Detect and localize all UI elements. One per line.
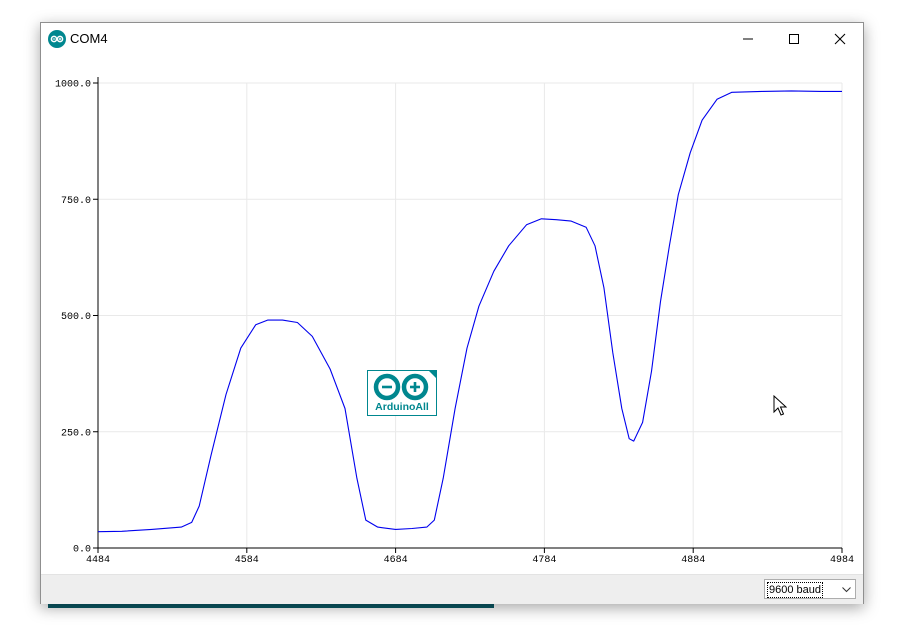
baud-rate-select[interactable]: 9600 baud: [764, 579, 856, 599]
x-tick-label: 4984: [830, 555, 854, 566]
status-bar: 9600 baud: [41, 574, 863, 604]
y-tick-label: 750.0: [61, 196, 91, 207]
watermark-text: ArduinoAll: [375, 401, 429, 413]
maximize-icon: [789, 34, 799, 44]
chevron-down-icon: [842, 587, 851, 593]
x-tick-label: 4484: [86, 555, 110, 566]
serial-plotter-window: COM4 4484 4584 4684 4784 4884 4984 0.0 250.0 500…: [40, 22, 864, 604]
maximize-button[interactable]: [771, 23, 817, 55]
y-tick-label: 250.0: [61, 428, 91, 439]
x-tick-label: 4684: [384, 555, 408, 566]
series-line: [97, 90, 842, 533]
x-tick-label: 4584: [235, 555, 259, 566]
mouse-pointer-icon: [773, 395, 787, 416]
window-title: COM4: [70, 31, 108, 46]
y-tick-label: 500.0: [61, 312, 91, 323]
serial-plot-chart: 4484 4584 4684 4784 4884 4984 0.0 250.0 500.0 750…: [55, 77, 854, 566]
minimize-icon: [743, 38, 753, 40]
y-tick-label: 1000.0: [55, 80, 91, 91]
plot-series: [97, 90, 842, 533]
y-tick-label: 0.0: [73, 545, 91, 556]
baud-rate-selected: 9600 baud: [767, 582, 823, 598]
close-icon: [834, 33, 846, 45]
plot-grid: [98, 82, 843, 548]
title-bar[interactable]: COM4: [41, 23, 863, 55]
minimize-button[interactable]: [725, 23, 771, 55]
arduino-infinity-icon: [48, 30, 66, 48]
close-button[interactable]: [817, 23, 863, 55]
arduinoall-watermark-logo: ArduinoAll: [367, 370, 437, 416]
x-tick-label: 4784: [532, 555, 556, 566]
x-tick-label: 4884: [681, 555, 705, 566]
plot-axes: 4484 4584 4684 4784 4884 4984 0.0 250.0 500.0 750…: [55, 77, 854, 566]
